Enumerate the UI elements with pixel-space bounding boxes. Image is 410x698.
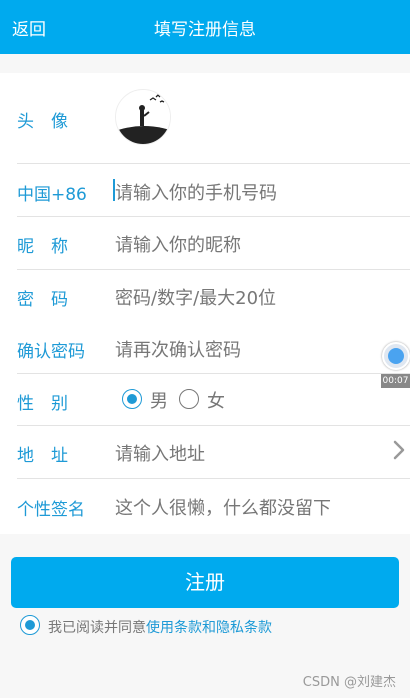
timer-text: 00:07 (381, 374, 410, 388)
avatar-silhouette-icon (116, 90, 170, 144)
top-bar: 返回 填写注册信息 (0, 0, 410, 54)
gender-male-label[interactable]: 男 (150, 387, 168, 413)
phone-row: 中国+86 请输入你的手机号码 (17, 164, 410, 216)
floating-ball-icon[interactable] (382, 342, 410, 370)
password-input[interactable]: 密码/数字/最大20位 (115, 284, 276, 310)
confirm-password-label: 确认密码 (17, 342, 85, 362)
signature-input[interactable]: 这个人很懒，什么都没留下 (115, 494, 331, 520)
gender-female-radio[interactable] (179, 389, 199, 409)
confirm-password-input[interactable]: 请再次确认密码 (115, 336, 241, 362)
avatar-row[interactable]: 头 像 (17, 73, 410, 163)
nickname-row: 昵 称 请输入你的昵称 (17, 217, 410, 269)
gender-female-label[interactable]: 女 (207, 387, 225, 413)
nickname-input[interactable]: 请输入你的昵称 (115, 231, 241, 257)
phone-input[interactable]: 请输入你的手机号码 (115, 179, 277, 205)
register-button[interactable]: 注册 (11, 557, 399, 608)
gender-row: 性 别 男 女 (17, 374, 410, 426)
avatar-label: 头 像 (17, 112, 68, 132)
password-row: 密 码 密码/数字/最大20位 (17, 270, 410, 322)
agreement-prefix: 我已阅读并同意 (48, 620, 146, 636)
nickname-label: 昵 称 (17, 237, 68, 257)
agreement-checkbox[interactable] (20, 615, 40, 635)
terms-link[interactable]: 使用条款和隐私条款 (146, 620, 272, 636)
gender-male-radio[interactable] (122, 389, 142, 409)
signature-label: 个性签名 (17, 500, 85, 520)
avatar[interactable] (115, 89, 171, 145)
watermark: CSDN @刘建杰 (302, 675, 396, 690)
address-row[interactable]: 地 址 请输入地址 (17, 426, 410, 478)
floating-timer[interactable]: 00:07 (381, 342, 410, 390)
gender-label: 性 别 (17, 394, 68, 414)
address-input[interactable]: 请输入地址 (115, 440, 205, 466)
page-title: 填写注册信息 (154, 20, 256, 40)
signature-row: 个性签名 这个人很懒，什么都没留下 (17, 479, 410, 534)
address-label: 地 址 (17, 446, 68, 466)
chevron-right-icon[interactable] (393, 440, 405, 460)
password-label: 密 码 (17, 290, 68, 310)
phone-label: 中国+86 (17, 185, 87, 205)
agreement-text: 我已阅读并同意使用条款和隐私条款 (48, 617, 272, 637)
register-form: 头 像 中国+86 请输入你的手机号码 昵 称 请输入你的昵称 密 码 密码/数… (0, 73, 410, 534)
confirm-password-row: 确认密码 请再次确认密码 (17, 322, 410, 374)
